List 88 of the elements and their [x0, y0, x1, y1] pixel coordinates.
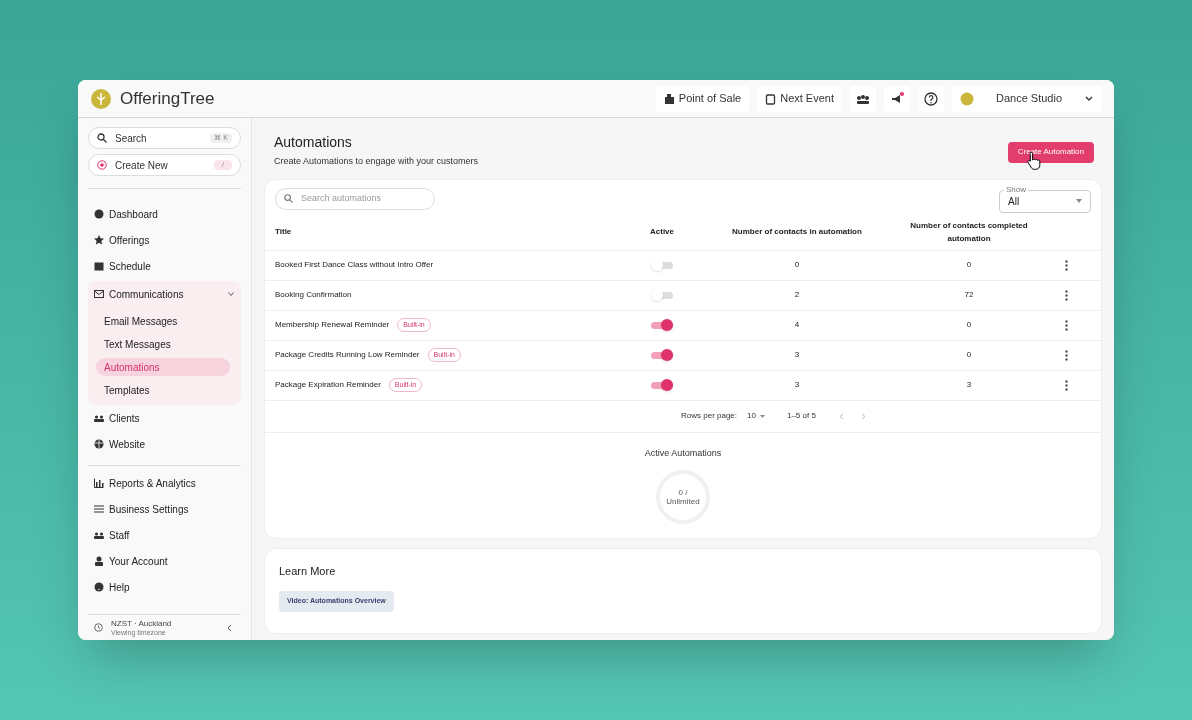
globe-icon — [94, 439, 104, 449]
plus-circle-icon — [97, 160, 107, 170]
nav-subitem[interactable]: Email Messages — [96, 312, 230, 330]
rows-per-page-select[interactable]: 10 — [747, 410, 765, 422]
table-cell-text: 3 — [793, 379, 801, 391]
kebab-menu-icon — [1064, 379, 1068, 391]
nav-item[interactable]: Dashboard — [88, 201, 241, 227]
stats-value: 0 / — [678, 488, 688, 497]
table-cell-text: 0 — [965, 319, 973, 331]
help-icon — [924, 91, 938, 106]
page-range: 1–5 of 5 — [786, 410, 816, 422]
toggle-switch[interactable] — [651, 349, 673, 361]
megaphone-icon — [890, 91, 904, 106]
table-cell-text: 4 — [793, 319, 801, 331]
toggle-switch[interactable] — [651, 319, 673, 331]
people-icon — [94, 413, 104, 423]
table-cell-text: 2 — [793, 289, 801, 301]
person-icon — [94, 556, 104, 566]
table-cell: Booked First Dance Class without Intro Offer — [275, 259, 434, 271]
column-header: Title — [275, 226, 293, 238]
kebab-menu-icon — [1064, 289, 1068, 301]
brand-name: OfferingTree — [120, 87, 215, 110]
select-value: All — [1008, 194, 1020, 209]
nav-item[interactable]: Reports & Analytics — [88, 470, 241, 496]
megaphone-button[interactable] — [884, 85, 910, 112]
table-cell-text: 3 — [793, 349, 801, 361]
chart-icon — [94, 478, 104, 488]
dropdown-arrow-icon — [759, 414, 765, 418]
people-icon — [94, 530, 104, 540]
chevron-right-icon — [861, 412, 867, 420]
select-label: Show — [1004, 184, 1028, 195]
table-cell: Membership Renewal Reminder — [275, 319, 390, 331]
people-button[interactable] — [850, 85, 876, 112]
table-cell-text: 0 — [793, 259, 801, 271]
table-cell-text: 0 — [965, 349, 973, 361]
column-header: Number of contacts in automation — [731, 226, 863, 238]
help-button[interactable] — [918, 85, 944, 112]
table-cell: Booking Confirmation — [275, 289, 352, 301]
dropdown-arrow-icon — [1076, 199, 1082, 203]
column-header: Active — [649, 226, 675, 238]
star-icon — [94, 235, 104, 245]
nav-item[interactable]: Offerings — [88, 227, 241, 253]
create-automation-button[interactable]: Create Automation — [1007, 141, 1094, 163]
nav-item[interactable]: Help — [88, 574, 241, 600]
toggle-switch[interactable] — [651, 289, 673, 301]
timezone-name: NZST · Auckland — [111, 619, 173, 628]
chevron-left-icon — [226, 623, 232, 632]
kebab-menu-icon — [1064, 259, 1068, 271]
chevron-left-icon — [839, 412, 845, 420]
table-cell-text: 3 — [965, 379, 973, 391]
toggle-switch[interactable] — [651, 259, 673, 271]
studio-logo-icon — [960, 91, 974, 106]
table-cell: Package Expiration Reminder — [275, 379, 381, 391]
nav-item[interactable]: Clients — [88, 405, 241, 431]
nav-item[interactable]: Business Settings — [88, 496, 241, 522]
header-button[interactable]: Point of Sale — [655, 85, 750, 112]
envelope-icon — [94, 289, 104, 299]
search-icon — [97, 133, 107, 143]
nav-subitem[interactable]: Text Messages — [96, 335, 230, 353]
header-button[interactable]: Next Event — [757, 85, 842, 112]
nav-item[interactable]: Schedule — [88, 253, 241, 279]
clock-icon — [94, 623, 103, 632]
column-header: Number of contacts completed automation — [909, 220, 1029, 245]
toggle-switch[interactable] — [651, 379, 673, 391]
search-placeholder: Search — [115, 131, 148, 146]
nav-item[interactable]: Staff — [88, 522, 241, 548]
sliders-icon — [94, 504, 104, 514]
kebab-menu-icon — [1064, 319, 1068, 331]
table-cell-text: 72 — [963, 289, 975, 301]
table-cell-text: 0 — [965, 259, 973, 271]
table-cell: Package Credits Running Low Reminder — [275, 349, 420, 361]
kebab-menu-icon — [1064, 349, 1068, 361]
rows-per-page-label: Rows per page: — [681, 410, 738, 422]
nav-item[interactable]: Communications — [88, 281, 241, 307]
search-placeholder: Search automations — [301, 191, 382, 205]
chevron-down-icon — [227, 290, 235, 298]
section-title: Learn More — [279, 563, 337, 579]
stats-limit: Unlimited — [666, 497, 700, 506]
nav-item[interactable]: Your Account — [88, 548, 241, 574]
stats-title: Active Automations — [644, 446, 722, 460]
account-name: Dance Studio — [994, 91, 1063, 107]
nav-item[interactable]: Website — [88, 431, 241, 457]
search-icon — [284, 194, 293, 203]
logo-icon — [90, 87, 112, 110]
page-title: Automations — [274, 133, 353, 152]
account-selector[interactable]: Dance Studio — [952, 85, 1102, 112]
page-subtitle: Create Automations to engage with your customers — [274, 155, 479, 168]
nav-subitem[interactable]: Templates — [96, 381, 230, 399]
